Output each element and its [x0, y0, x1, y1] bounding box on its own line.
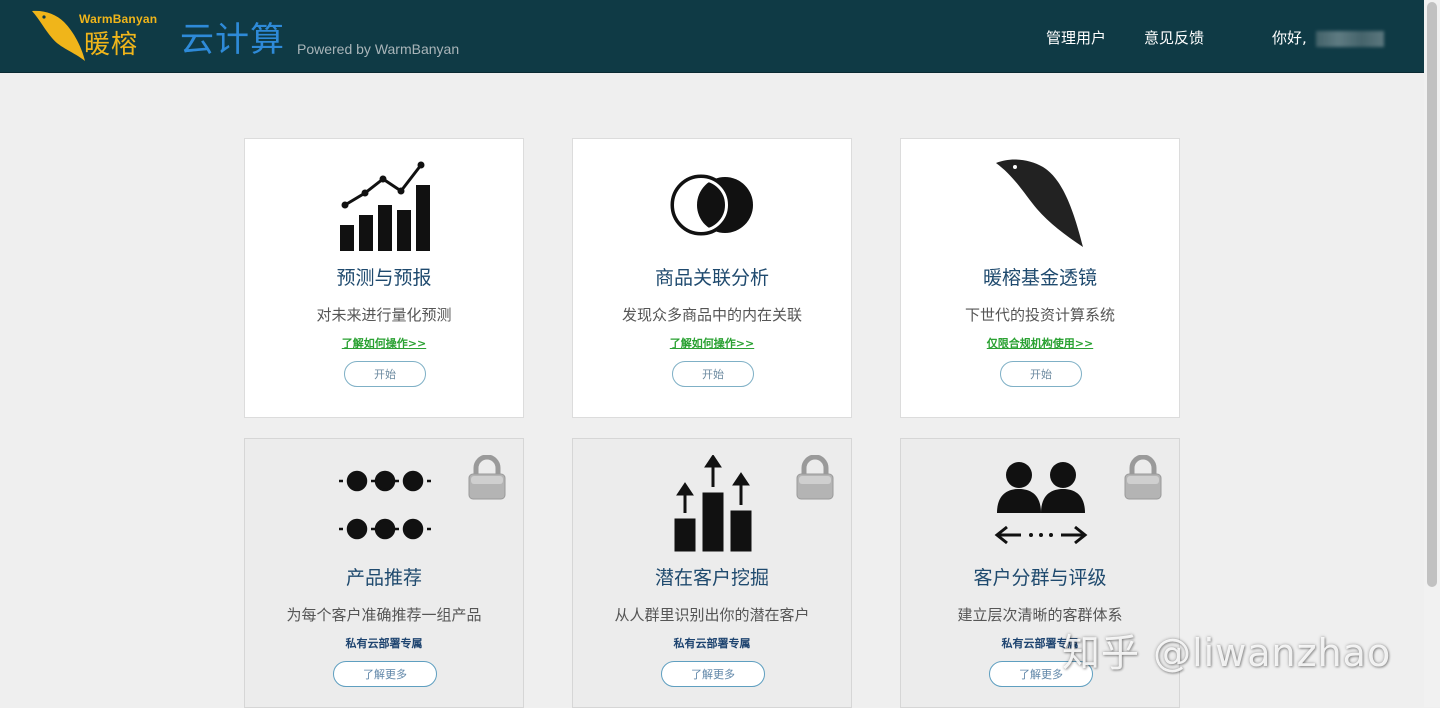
card-title: 产品推荐	[345, 567, 422, 589]
rising-bars-icon	[674, 455, 752, 552]
lock-icon	[468, 455, 506, 500]
card-description: 为每个客户准确推荐一组产品	[286, 606, 482, 624]
card-description: 下世代的投资计算系统	[964, 306, 1115, 324]
private-cloud-note: 私有云部署专属	[673, 637, 751, 650]
learn-more-button[interactable]: 了解更多	[333, 661, 437, 687]
bird-head-icon	[996, 159, 1083, 247]
learn-more-button[interactable]: 了解更多	[661, 661, 765, 687]
nav-feedback[interactable]: 意见反馈	[1144, 27, 1204, 48]
logo-chinese-name: 暖榕	[84, 30, 139, 60]
bar-chart-trend-icon	[340, 161, 430, 251]
card-title: 商品关联分析	[654, 267, 769, 289]
nav-manage-users[interactable]: 管理用户	[1046, 27, 1106, 48]
private-cloud-note: 私有云部署专属	[345, 637, 423, 650]
card-title: 客户分群与评级	[973, 567, 1107, 589]
card-prospect-mining: 潜在客户挖掘 从人群里识别出你的潜在客户 私有云部署专属 了解更多	[572, 438, 852, 708]
how-to-link[interactable]: 了解如何操作>>	[245, 335, 523, 351]
card-description: 发现众多商品中的内在关联	[621, 306, 802, 324]
card-product-recommend: 产品推荐 为每个客户准确推荐一组产品 私有云部署专属 了解更多	[244, 438, 524, 708]
blurred-username[interactable]	[1316, 31, 1384, 47]
user-groups-icon	[994, 462, 1088, 545]
how-to-link[interactable]: 了解如何操作>>	[573, 335, 851, 351]
card-association: 商品关联分析 发现众多商品中的内在关联 了解如何操作>> 开始	[572, 138, 852, 418]
lock-icon	[796, 455, 834, 500]
user-greeting: 你好,	[1272, 29, 1307, 47]
compliance-link[interactable]: 仅限合规机构使用>>	[901, 335, 1179, 351]
card-fund-lens: 暖榕基金透镜 下世代的投资计算系统 仅限合规机构使用>> 开始	[900, 138, 1180, 418]
card-description: 对未来进行量化预测	[316, 306, 452, 324]
app-title[interactable]: 云计算	[180, 12, 285, 61]
watermark-text: 知乎 @liwanzhao	[1062, 631, 1392, 675]
scrollbar-thumb[interactable]	[1427, 2, 1437, 587]
card-title: 暖榕基金透镜	[982, 267, 1097, 289]
dot-chain-icon	[339, 470, 431, 540]
page-scrollbar[interactable]	[1424, 0, 1440, 707]
start-button[interactable]: 开始	[1000, 361, 1082, 387]
card-description: 从人群里识别出你的潜在客户	[614, 606, 810, 624]
card-forecast: 预测与预报 对未来进行量化预测 了解如何操作>> 开始	[244, 138, 524, 418]
overlap-circles-icon	[670, 174, 753, 236]
powered-by-text: Powered by WarmBanyan	[297, 41, 460, 57]
card-title: 潜在客户挖掘	[654, 567, 769, 589]
card-title: 预测与预报	[336, 267, 432, 289]
lock-icon	[1124, 455, 1162, 500]
top-navigation-bar: WarmBanyan 暖榕 云计算 Powered by WarmBanyan …	[0, 0, 1424, 73]
start-button[interactable]: 开始	[672, 361, 754, 387]
start-button[interactable]: 开始	[344, 361, 426, 387]
